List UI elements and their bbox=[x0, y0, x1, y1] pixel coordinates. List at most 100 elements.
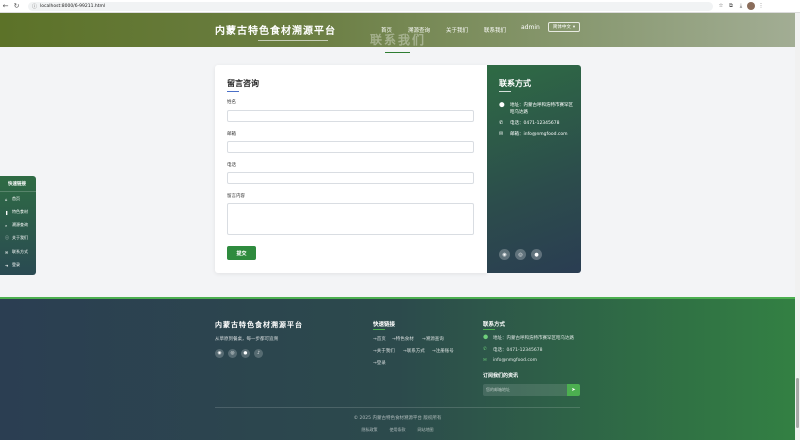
copyright: © 2025 内蒙古特色食材溯源平台 版权所有 bbox=[353, 416, 442, 421]
footer-link-about[interactable]: →关于我们 bbox=[373, 348, 395, 354]
address-bar[interactable]: ⓘ localhost:8000/6-99211.html bbox=[28, 1, 713, 11]
language-select[interactable]: 简体中文 ▾ bbox=[548, 22, 580, 32]
side-link-contact[interactable]: ✉ 联系方式 bbox=[5, 249, 28, 255]
mail-icon: ✉ bbox=[5, 249, 9, 255]
menu-icon[interactable]: ⋮ bbox=[757, 2, 765, 10]
name-input[interactable] bbox=[227, 110, 474, 122]
footer-address-text: 地址：内蒙古呼和浩特市赛罕区昭乌达路 bbox=[493, 336, 574, 341]
email-label: 邮箱 bbox=[227, 132, 236, 137]
profile-avatar[interactable] bbox=[747, 2, 755, 10]
side-divider bbox=[0, 191, 36, 192]
footer-link-register[interactable]: →注册账号 bbox=[432, 348, 454, 354]
footer-link-contact[interactable]: →联系方式 bbox=[403, 348, 425, 354]
extension-icon[interactable]: ⧉ bbox=[727, 2, 735, 10]
footer-phone: ✆ 电话：0471-12345678 bbox=[483, 347, 542, 353]
scrollbar-thumb[interactable] bbox=[796, 378, 799, 428]
footer-link-home[interactable]: →首页 bbox=[373, 336, 386, 342]
contact-address-text: 地址：内蒙古呼和浩特市赛罕区昭乌达路 bbox=[510, 103, 573, 115]
phone-input[interactable] bbox=[227, 172, 474, 184]
contact-phone-text: 电话：0471-12345678 bbox=[510, 121, 560, 126]
contact-phone: ✆ 电话：0471-12345678 bbox=[499, 120, 575, 127]
location-icon: ⬤ bbox=[483, 335, 489, 340]
footer-slogan: 从草原到餐桌，每一步都可追溯 bbox=[215, 337, 278, 342]
footer-divider bbox=[215, 407, 580, 408]
language-label: 简体中文 bbox=[552, 25, 571, 30]
side-link-ingredients[interactable]: ❚ 特色食材 bbox=[5, 209, 28, 215]
side-link-trace[interactable]: ⌕ 溯源查询 bbox=[5, 222, 28, 228]
side-link-label: 联系方式 bbox=[12, 249, 28, 254]
nav-about[interactable]: 关于我们 bbox=[446, 26, 468, 34]
footer-contact-underline bbox=[483, 329, 495, 330]
subscribe-email-input[interactable]: 您的邮箱地址 bbox=[483, 384, 567, 396]
side-link-label: 溯源查询 bbox=[12, 222, 28, 227]
site-info-icon[interactable]: ⓘ bbox=[32, 3, 37, 10]
location-icon: ⬤ bbox=[499, 102, 505, 108]
chevron-down-icon: ▾ bbox=[572, 24, 576, 30]
footer-link-login[interactable]: →登录 bbox=[373, 360, 386, 366]
search-icon: ⌕ bbox=[5, 222, 8, 228]
contact-info-card: 联系方式 ⬤ 地址：内蒙古呼和浩特市赛罕区昭乌达路 ✆ 电话：0471-1234… bbox=[487, 65, 581, 273]
submit-button[interactable]: 提交 bbox=[227, 246, 256, 260]
star-icon[interactable]: ☆ bbox=[717, 2, 725, 10]
footer-link-trace[interactable]: →溯源查询 bbox=[422, 336, 444, 342]
send-icon[interactable]: ➤ bbox=[567, 384, 580, 396]
footer-email-text: info@nmgfood.com bbox=[493, 358, 538, 363]
utensils-icon: ❚ bbox=[5, 209, 9, 215]
mail-icon: ✉ bbox=[499, 131, 504, 137]
side-link-login[interactable]: ➜ 登录 bbox=[5, 262, 20, 268]
floating-quick-links: 快速链接 ⌂ 首页 ❚ 特色食材 ⌕ 溯源查询 ⓘ 关于我们 ✉ 联系方式 ➜ … bbox=[0, 176, 36, 275]
email-input[interactable] bbox=[227, 141, 474, 153]
contact-title: 联系方式 bbox=[499, 79, 531, 88]
contact-title-underline bbox=[499, 91, 511, 92]
footer-social-links: ◉ ◎ ● ♪ bbox=[215, 349, 263, 358]
qq-icon[interactable]: ● bbox=[531, 249, 542, 260]
reload-icon[interactable]: ↻ bbox=[11, 1, 22, 12]
side-link-label: 登录 bbox=[12, 262, 20, 267]
footer-link-ingredients[interactable]: →特色食材 bbox=[392, 336, 414, 342]
side-link-label: 关于我们 bbox=[12, 235, 28, 240]
back-icon[interactable]: ← bbox=[0, 1, 11, 12]
wechat-icon[interactable]: ◉ bbox=[499, 249, 510, 260]
message-label: 留言内容 bbox=[227, 194, 245, 199]
home-icon: ⌂ bbox=[5, 196, 8, 202]
phone-icon: ✆ bbox=[499, 120, 504, 126]
weibo-icon[interactable]: ◎ bbox=[515, 249, 526, 260]
contact-email: ✉ 邮箱：info@nmgfood.com bbox=[499, 131, 575, 138]
brand-underline bbox=[258, 40, 328, 41]
side-link-label: 特色食材 bbox=[12, 209, 28, 214]
site-brand[interactable]: 内蒙古特色食材溯源平台 bbox=[215, 22, 336, 37]
active-nav-indicator bbox=[385, 52, 410, 53]
phone-icon: ✆ bbox=[483, 347, 487, 352]
footer-quick-title: 快速链接 bbox=[373, 322, 396, 328]
side-link-about[interactable]: ⓘ 关于我们 bbox=[5, 235, 28, 241]
terms-link[interactable]: 使用条款 bbox=[390, 427, 406, 433]
wechat-icon[interactable]: ◉ bbox=[215, 349, 224, 358]
qq-icon[interactable]: ● bbox=[241, 349, 250, 358]
weibo-icon[interactable]: ◎ bbox=[228, 349, 237, 358]
browser-toolbar: ← ↻ ⓘ localhost:8000/6-99211.html ☆ ⧉ ⤓ … bbox=[0, 0, 800, 13]
form-title: 留言咨询 bbox=[227, 79, 259, 88]
side-link-home[interactable]: ⌂ 首页 bbox=[5, 196, 20, 202]
footer-bottom-links: 隐私政策 使用条款 网站地图 bbox=[0, 427, 795, 433]
side-link-label: 首页 bbox=[12, 196, 20, 201]
admin-user[interactable]: admin bbox=[521, 24, 540, 31]
form-title-underline bbox=[227, 91, 239, 92]
footer-contact-title: 联系方式 bbox=[483, 322, 506, 328]
site-header: 内蒙古特色食材溯源平台 联系我们 首页 溯源查询 关于我们 联系我们 admin… bbox=[0, 13, 795, 47]
nav-home[interactable]: 首页 bbox=[381, 26, 392, 34]
privacy-link[interactable]: 隐私政策 bbox=[362, 427, 378, 433]
nav-contact[interactable]: 联系我们 bbox=[484, 26, 506, 34]
contact-address: ⬤ 地址：内蒙古呼和浩特市赛罕区昭乌达路 bbox=[499, 102, 575, 116]
phone-label: 电话 bbox=[227, 163, 236, 168]
contact-social-links: ◉ ◎ ● bbox=[499, 249, 542, 260]
message-textarea[interactable] bbox=[227, 203, 474, 235]
tiktok-icon[interactable]: ♪ bbox=[254, 349, 263, 358]
subscribe-title: 订阅我们的资讯 bbox=[483, 373, 519, 379]
contact-email-text: 邮箱：info@nmgfood.com bbox=[510, 132, 568, 137]
mail-icon: ✉ bbox=[483, 358, 487, 363]
nav-trace-query[interactable]: 溯源查询 bbox=[408, 26, 430, 34]
message-form-card: 留言咨询 姓名 邮箱 电话 留言内容 提交 bbox=[215, 65, 487, 273]
sitemap-link[interactable]: 网站地图 bbox=[418, 427, 434, 433]
download-icon[interactable]: ⤓ bbox=[737, 2, 745, 10]
page-scrollbar[interactable] bbox=[795, 13, 800, 440]
